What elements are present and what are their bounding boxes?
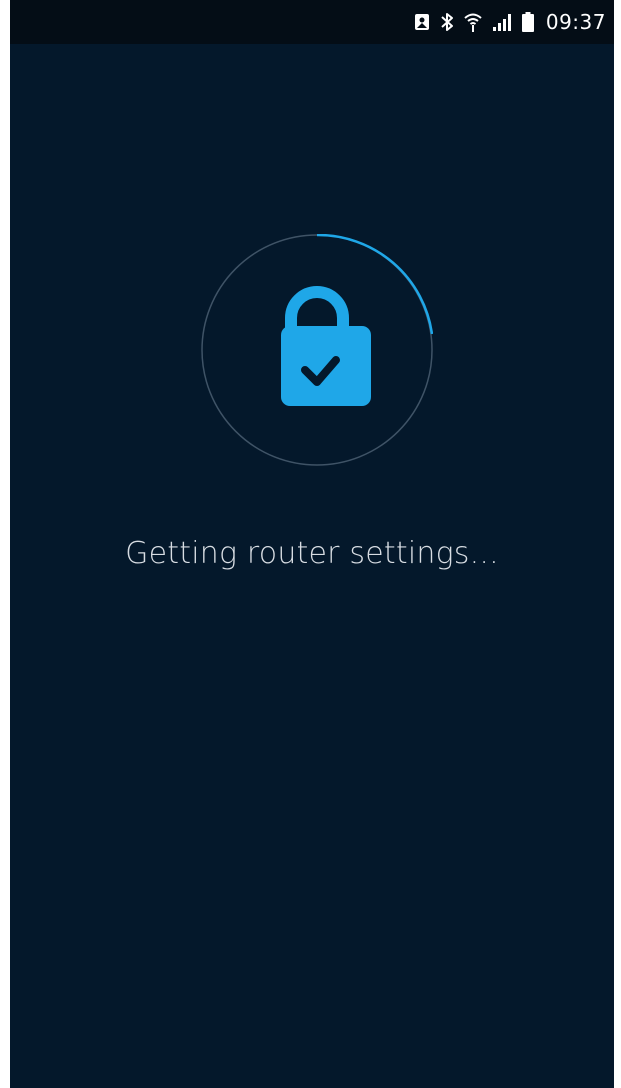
battery-icon bbox=[521, 12, 534, 32]
spinner-progress-arc bbox=[316, 233, 434, 335]
photo-notification-icon bbox=[414, 13, 430, 31]
lock-check-icon bbox=[281, 286, 371, 406]
loading-message: Getting router settings... bbox=[125, 536, 499, 571]
loading-spinner bbox=[201, 233, 434, 466]
status-bar: 09:37 bbox=[10, 0, 614, 44]
app-screen: 09:37 Getting router settings... bbox=[10, 0, 614, 1088]
wifi-icon bbox=[464, 12, 482, 32]
status-time: 09:37 bbox=[545, 10, 606, 34]
cell-signal-icon bbox=[492, 13, 512, 31]
bluetooth-icon bbox=[440, 12, 454, 32]
